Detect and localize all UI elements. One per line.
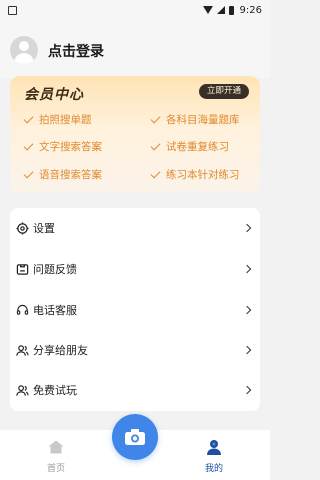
gear-icon [16, 221, 29, 235]
chevron-right-icon [242, 345, 252, 355]
vip-title: 会员中心 [24, 87, 84, 103]
tab-mine-label: 我的 [204, 464, 223, 474]
login-link[interactable]: 点击登录 [48, 41, 104, 61]
menu-item-label: 问题反馈 [33, 263, 77, 276]
menu-item-settings[interactable]: 设置 [10, 208, 260, 248]
tab-home[interactable]: 首页 [26, 430, 86, 480]
menu-item-share[interactable]: 分享给朋友 [10, 330, 260, 370]
menu-item-free-trial[interactable]: 免费试玩 [10, 370, 260, 410]
notification-icon [8, 5, 17, 15]
menu-item-label: 设置 [33, 222, 55, 235]
vip-feature: 各科目海量题库 [150, 112, 240, 127]
vip-feature: 试卷重复练习 [150, 139, 229, 154]
vip-card: 会员中心 立即开通 拍照搜单题 各科目海量题库 文字搜索答案 试卷重复练习 语音… [10, 76, 260, 192]
share-users-icon [16, 344, 29, 356]
feedback-icon [16, 263, 29, 275]
profile-icon [207, 440, 221, 455]
trial-user-icon [16, 384, 29, 396]
vip-feature-label: 语音搜索答案 [39, 169, 102, 181]
signal-icon [216, 6, 225, 14]
camera-button[interactable] [112, 414, 158, 460]
menu-item-label: 免费试玩 [33, 384, 77, 397]
avatar-head-icon [19, 41, 29, 51]
chevron-right-icon [242, 305, 252, 315]
settings-menu: 设置 问题反馈 电话客服 分享给朋友 免费试玩 [10, 208, 260, 411]
open-vip-button[interactable]: 立即开通 [199, 84, 249, 99]
profile-header: 点击登录 [0, 20, 270, 78]
battery-icon [228, 5, 234, 15]
headset-icon [16, 304, 29, 315]
status-bar: 9:26 [0, 0, 270, 20]
check-icon [23, 140, 34, 150]
tab-home-label: 首页 [46, 464, 65, 474]
status-left [8, 5, 17, 15]
check-icon [150, 168, 161, 178]
avatar-body-icon [14, 53, 34, 64]
status-time: 9:26 [239, 4, 262, 16]
chevron-right-icon [242, 385, 252, 395]
check-icon [23, 168, 34, 178]
check-icon [150, 113, 161, 123]
menu-item-phone-support[interactable]: 电话客服 [10, 290, 260, 330]
vip-feature-label: 文字搜索答案 [39, 141, 102, 153]
vip-feature: 语音搜索答案 [23, 167, 102, 182]
chevron-right-icon [242, 223, 252, 233]
vip-feature: 拍照搜单题 [23, 112, 92, 127]
vip-feature: 练习本针对练习 [150, 167, 240, 182]
wifi-icon [202, 6, 213, 14]
home-icon [48, 440, 64, 454]
menu-item-label: 分享给朋友 [33, 344, 88, 357]
menu-item-label: 电话客服 [33, 304, 77, 317]
status-right: 9:26 [202, 4, 262, 16]
vip-feature-label: 试卷重复练习 [166, 141, 229, 153]
camera-icon [125, 429, 145, 445]
check-icon [23, 113, 34, 123]
chevron-right-icon [242, 264, 252, 274]
vip-feature-label: 拍照搜单题 [39, 114, 92, 126]
vip-feature-label: 练习本针对练习 [166, 169, 240, 181]
check-icon [150, 140, 161, 150]
vip-feature: 文字搜索答案 [23, 139, 102, 154]
vip-feature-label: 各科目海量题库 [166, 114, 240, 126]
avatar[interactable] [10, 36, 38, 64]
menu-item-feedback[interactable]: 问题反馈 [10, 249, 260, 289]
tab-mine[interactable]: 我的 [184, 430, 244, 480]
